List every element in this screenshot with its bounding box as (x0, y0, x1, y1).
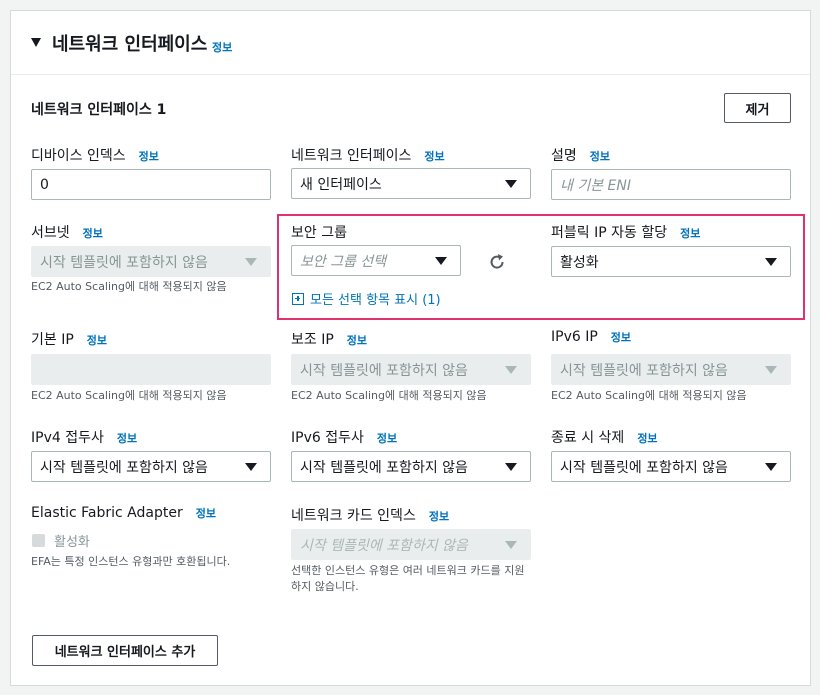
caret-down-icon (505, 366, 517, 374)
ipv6-ip-label: IPv6 IP 정보 (551, 329, 631, 345)
secondary-ip-info-link[interactable]: 정보 (347, 332, 367, 348)
ipv6-ip-value: 시작 템플릿에 포함하지 않음 (560, 362, 728, 379)
ipv6-ip-info-link[interactable]: 정보 (611, 329, 631, 345)
ipv6-prefix-value: 시작 템플릿에 포함하지 않음 (300, 459, 468, 476)
network-card-index-label-text: 네트워크 카드 인덱스 (291, 508, 416, 524)
ipv6-ip-help-text: EC2 Auto Scaling에 대해 적용되지 않음 (551, 389, 747, 402)
primary-ip-label-text: 기본 IP (31, 332, 74, 348)
secondary-ip-label-text: 보조 IP (291, 332, 334, 348)
public-ip-label-text: 퍼블릭 IP 자동 할당 (551, 225, 668, 241)
efa-checkbox-label: 활성화 (54, 535, 90, 550)
device-index-input[interactable]: 0 (31, 169, 271, 200)
subnet-label: 서브넷 정보 (31, 222, 103, 242)
security-group-placeholder: 보안 그룹 선택 (300, 253, 387, 270)
ipv4-prefix-label-text: IPv4 접두사 (31, 430, 104, 446)
caret-down-icon (765, 463, 777, 471)
ipv6-prefix-label: IPv6 접두사 정보 (291, 427, 397, 447)
caret-down-icon (245, 258, 257, 266)
subnet-select: 시작 템플릿에 포함하지 않음 (31, 246, 271, 277)
show-all-selections-label: 모든 선택 항목 표시 (1) (310, 293, 441, 308)
security-group-label: 보안 그룹 (291, 222, 347, 242)
network-interface-label: 네트워크 인터페이스 정보 (291, 145, 445, 165)
delete-on-termination-label: 종료 시 삭제 정보 (551, 427, 658, 447)
secondary-ip-value: 시작 템플릿에 포함하지 않음 (300, 362, 468, 379)
caret-down-icon (505, 541, 517, 549)
secondary-ip-label: 보조 IP 정보 (291, 329, 367, 349)
network-card-index-help-line1: 선택한 인스턴스 유형은 여러 네트워크 카드를 지원 (291, 564, 525, 577)
public-ip-value: 활성화 (560, 254, 599, 271)
security-group-label-text: 보안 그룹 (291, 225, 347, 241)
efa-info-link[interactable]: 정보 (196, 505, 216, 521)
caret-down-icon (505, 463, 517, 471)
device-index-info-link[interactable]: 정보 (139, 148, 159, 164)
efa-help-text: EFA는 특정 인스턴스 유형과만 호환됩니다. (31, 555, 231, 568)
description-input[interactable]: 내 기본 ENI (551, 169, 791, 200)
refresh-icon[interactable] (487, 252, 507, 272)
panel-title: 네트워크 인터페이스 (52, 34, 208, 55)
subnet-value: 시작 템플릿에 포함하지 않음 (40, 254, 208, 271)
caret-down-icon (435, 257, 447, 265)
show-all-selections-link[interactable]: 모든 선택 항목 표시 (1) (292, 289, 441, 308)
caret-down-icon (245, 463, 257, 471)
public-ip-select[interactable]: 활성화 (551, 246, 791, 277)
ipv6-ip-select: 시작 템플릿에 포함하지 않음 (551, 354, 791, 385)
ipv6-ip-label-text: IPv6 IP (551, 329, 598, 345)
caret-down-icon (765, 366, 777, 374)
delete-on-termination-value: 시작 템플릿에 포함하지 않음 (560, 459, 728, 476)
primary-ip-help-text: EC2 Auto Scaling에 대해 적용되지 않음 (31, 389, 227, 402)
security-group-select[interactable]: 보안 그룹 선택 (291, 245, 461, 276)
header-info-link[interactable]: 정보 (212, 39, 232, 55)
primary-ip-input (31, 354, 271, 385)
caret-down-icon (505, 180, 517, 188)
subnet-label-text: 서브넷 (31, 225, 70, 241)
ipv6-prefix-select[interactable]: 시작 템플릿에 포함하지 않음 (291, 451, 531, 482)
public-ip-info-link[interactable]: 정보 (680, 225, 700, 241)
remove-button[interactable]: 제거 (724, 93, 791, 123)
plus-square-icon (292, 292, 304, 305)
ipv4-prefix-info-link[interactable]: 정보 (117, 430, 137, 446)
public-ip-label: 퍼블릭 IP 자동 할당 정보 (551, 222, 700, 242)
network-interface-info-link[interactable]: 정보 (424, 148, 444, 164)
network-card-index-value: 시작 템플릿에 포함하지 않음 (300, 537, 468, 554)
efa-checkbox-icon (32, 534, 45, 547)
network-card-index-help-line2: 하지 않습니다. (291, 580, 359, 593)
description-info-link[interactable]: 정보 (590, 148, 610, 164)
primary-ip-label: 기본 IP 정보 (31, 329, 107, 349)
network-interface-select[interactable]: 새 인터페이스 (291, 168, 531, 199)
ipv4-prefix-select[interactable]: 시작 템플릿에 포함하지 않음 (31, 451, 271, 482)
caret-down-icon (765, 258, 777, 266)
device-index-label-text: 디바이스 인덱스 (31, 148, 126, 164)
network-interface-label-text: 네트워크 인터페이스 (291, 148, 412, 164)
secondary-ip-select: 시작 템플릿에 포함하지 않음 (291, 354, 531, 385)
network-card-index-info-link[interactable]: 정보 (429, 508, 449, 524)
subnet-help-text: EC2 Auto Scaling에 대해 적용되지 않음 (31, 280, 227, 293)
device-index-label: 디바이스 인덱스 정보 (31, 145, 159, 165)
ipv4-prefix-label: IPv4 접두사 정보 (31, 427, 137, 447)
secondary-ip-help-text: EC2 Auto Scaling에 대해 적용되지 않음 (291, 389, 487, 402)
ipv6-prefix-info-link[interactable]: 정보 (377, 430, 397, 446)
description-label-text: 설명 (551, 148, 577, 164)
add-network-interface-button[interactable]: 네트워크 인터페이스 추가 (32, 635, 218, 666)
panel-header[interactable]: 네트워크 인터페이스 정보 (11, 11, 810, 75)
ipv4-prefix-value: 시작 템플릿에 포함하지 않음 (40, 459, 208, 476)
ipv6-prefix-label-text: IPv6 접두사 (291, 430, 364, 446)
description-label: 설명 정보 (551, 145, 610, 165)
delete-on-termination-label-text: 종료 시 삭제 (551, 430, 625, 446)
network-card-index-label: 네트워크 카드 인덱스 정보 (291, 505, 449, 525)
subnet-info-link[interactable]: 정보 (83, 225, 103, 241)
network-card-index-select: 시작 템플릿에 포함하지 않음 (291, 529, 531, 560)
delete-on-termination-select[interactable]: 시작 템플릿에 포함하지 않음 (551, 451, 791, 482)
card-title: 네트워크 인터페이스 1 (31, 102, 167, 118)
efa-label: Elastic Fabric Adapter 정보 (31, 505, 216, 521)
primary-ip-info-link[interactable]: 정보 (87, 332, 107, 348)
network-interfaces-panel: 네트워크 인터페이스 정보 네트워크 인터페이스 1 제거 디바이스 인덱스 정… (10, 10, 811, 686)
network-interface-value: 새 인터페이스 (300, 176, 382, 193)
delete-on-termination-info-link[interactable]: 정보 (637, 430, 657, 446)
efa-label-text: Elastic Fabric Adapter (31, 505, 183, 521)
collapse-caret-icon[interactable] (31, 38, 41, 47)
